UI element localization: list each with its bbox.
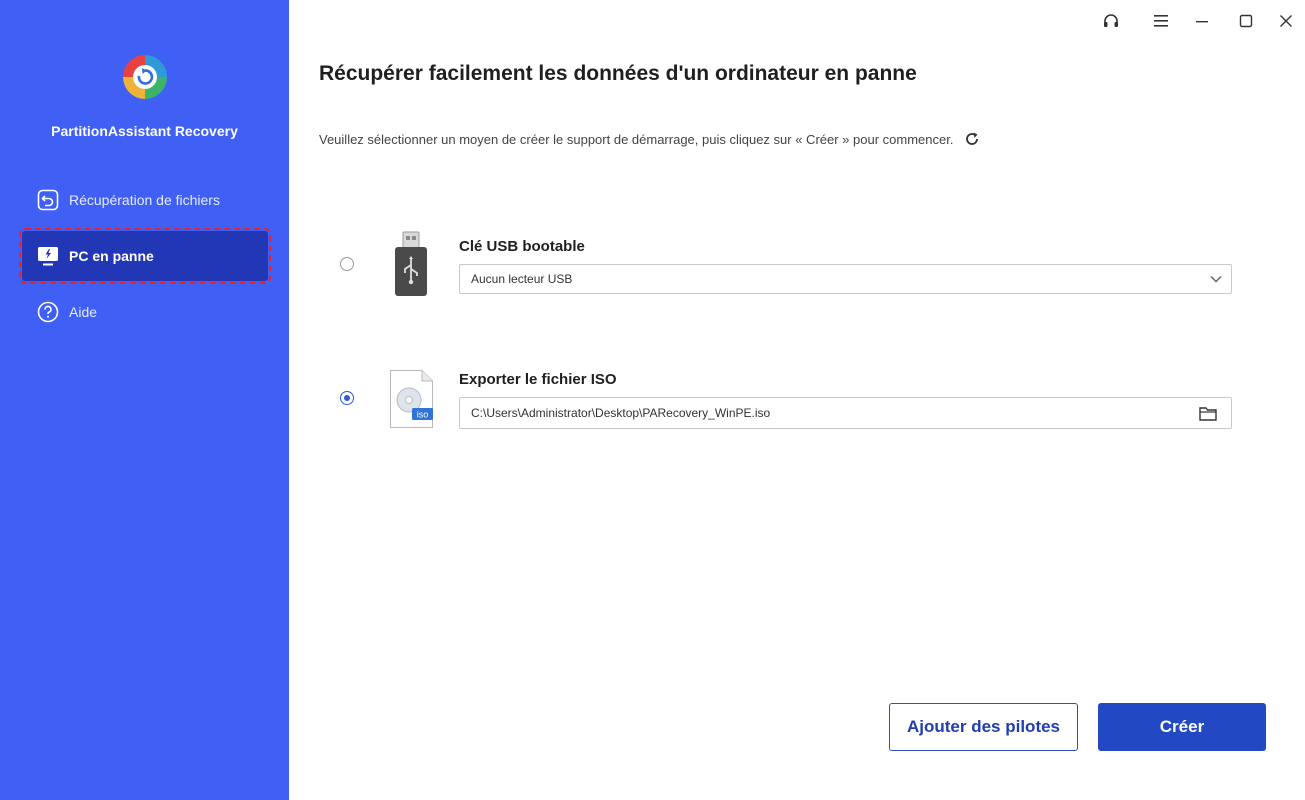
add-drivers-button[interactable]: Ajouter des pilotes [889,703,1078,751]
crashed-pc-icon [37,245,59,267]
create-button[interactable]: Créer [1098,703,1266,751]
headset-icon[interactable] [1098,8,1124,34]
maximize-icon[interactable] [1233,8,1259,34]
close-icon[interactable] [1273,8,1299,34]
page-subtitle: Veuillez sélectionner un moyen de créer … [319,130,981,148]
file-recovery-icon [37,189,59,211]
usb-option-title: Clé USB bootable [459,238,585,255]
sidebar-item-file-recovery[interactable]: Récupération de fichiers [22,175,268,225]
app-name: PartitionAssistant Recovery [51,123,238,139]
sidebar: PartitionAssistant Recovery Récupération… [0,0,289,800]
iso-file-icon: iso [390,370,433,428]
iso-option-radio[interactable] [340,391,354,405]
sidebar-item-crashed-pc[interactable]: PC en panne [19,228,271,284]
folder-icon[interactable] [1193,399,1223,427]
minimize-icon[interactable] [1189,8,1215,34]
iso-badge: iso [417,410,429,420]
sidebar-item-label: Récupération de fichiers [69,192,220,208]
menu-icon[interactable] [1148,8,1174,34]
refresh-icon[interactable] [963,130,981,148]
iso-option-title: Exporter le fichier ISO [459,371,617,388]
sidebar-item-help[interactable]: Aide [22,287,268,337]
sidebar-item-label: PC en panne [69,248,154,264]
subtitle-text: Veuillez sélectionner un moyen de créer … [319,131,954,147]
page-title: Récupérer facilement les données d'un or… [319,62,917,85]
iso-path-field[interactable]: C:\Users\Administrator\Desktop\PARecover… [459,397,1232,429]
sidebar-item-label: Aide [69,304,98,320]
usb-drive-icon [395,231,427,296]
app-logo-icon [123,55,167,99]
help-icon [37,301,59,323]
chevron-down-icon[interactable] [1201,265,1231,293]
usb-drive-select[interactable]: Aucun lecteur USB [459,264,1232,294]
usb-drive-select-value: Aucun lecteur USB [471,272,573,286]
usb-option-radio[interactable] [340,257,354,271]
iso-path-value: C:\Users\Administrator\Desktop\PARecover… [471,406,771,420]
